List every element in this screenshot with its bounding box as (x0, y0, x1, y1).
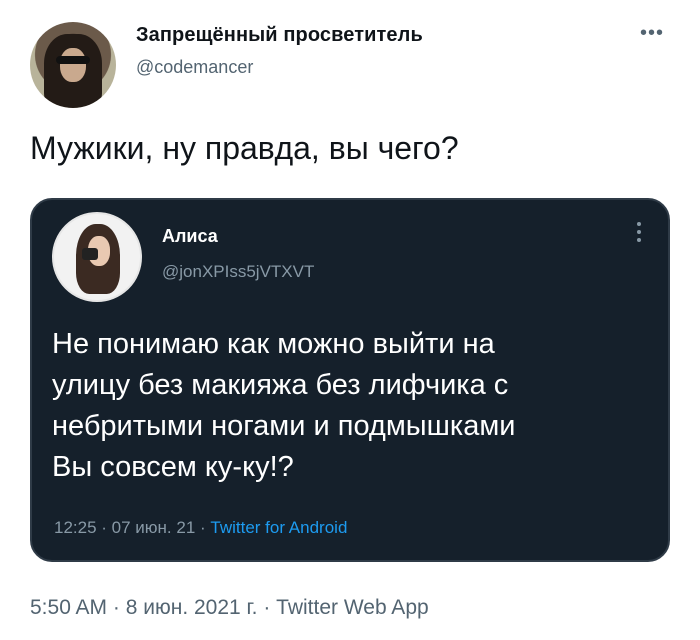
quoted-avatar-camera (82, 248, 98, 260)
tweet-source[interactable]: Twitter Web App (276, 596, 429, 619)
quoted-time[interactable]: 12:25 (54, 518, 97, 537)
more-horizontal-icon[interactable]: ••• (640, 22, 664, 45)
meta-separator: · (195, 518, 211, 537)
meta-separator: · (257, 596, 277, 619)
quoted-text-line: улицу без макияжа без лифчика с (52, 369, 509, 401)
avatar-sunglasses (56, 56, 90, 64)
author-handle[interactable]: @codemancer (136, 57, 253, 78)
quoted-source-link[interactable]: Twitter for Android (210, 518, 347, 537)
meta-separator: · (107, 596, 126, 619)
tweet-card: Запрещённый просветитель @codemancer •••… (0, 0, 700, 640)
author-name[interactable]: Запрещённый просветитель (136, 24, 423, 47)
quoted-text-line: Вы совсем ку-ку!? (52, 451, 294, 483)
tweet-text: Мужики, ну правда, вы чего? (30, 130, 459, 166)
quoted-tweet-meta: 12:25 · 07 июн. 21 · Twitter for Android (54, 518, 347, 538)
quoted-avatar[interactable] (52, 212, 142, 302)
quoted-date[interactable]: 07 июн. 21 (112, 518, 196, 537)
tweet-meta: 5:50 AM · 8 июн. 2021 г. · Twitter Web A… (30, 596, 429, 620)
quoted-author-name[interactable]: Алиса (162, 226, 218, 247)
quoted-author-handle[interactable]: @jonXPIss5jVTXVT (162, 262, 314, 282)
meta-separator: · (96, 518, 112, 537)
avatar-face (60, 48, 86, 82)
quoted-tweet-text: Не понимаю как можно выйти на улицу без … (52, 324, 652, 488)
avatar[interactable] (30, 22, 116, 108)
tweet-date[interactable]: 8 июн. 2021 г. (126, 596, 258, 619)
quoted-text-line: Не понимаю как можно выйти на (52, 328, 495, 360)
quoted-text-line: небритыми ногами и подмышками (52, 410, 516, 442)
tweet-time[interactable]: 5:50 AM (30, 596, 107, 619)
quoted-tweet[interactable]: Алиса @jonXPIss5jVTXVT Не понимаю как мо… (30, 198, 670, 562)
more-vertical-icon[interactable] (636, 222, 642, 248)
